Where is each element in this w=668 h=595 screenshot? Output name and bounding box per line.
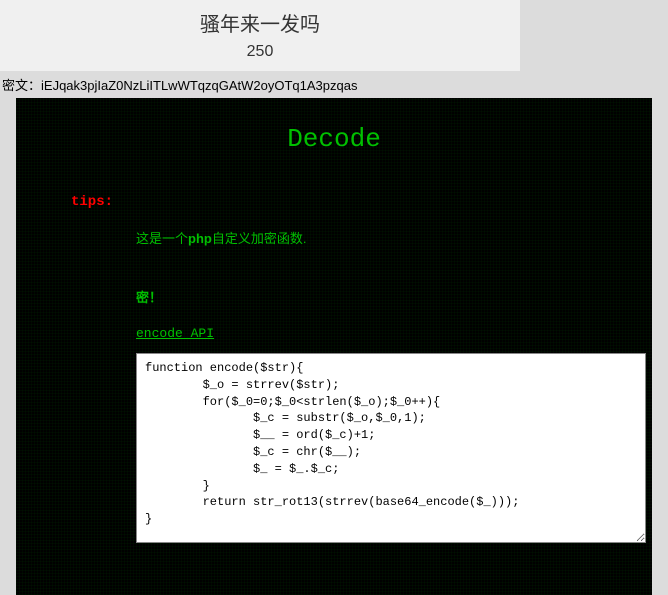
desc-bold: php: [188, 231, 212, 246]
decode-heading: Decode: [46, 124, 622, 154]
desc-prefix: 这是一个: [136, 231, 188, 246]
content-block: 这是一个php自定义加密函数. 密！ encode API: [136, 228, 622, 548]
tips-label: tips:: [71, 194, 622, 210]
mi-text: 密！: [136, 287, 622, 306]
page-number: 250: [0, 43, 520, 61]
page-title: 骚年来一发吗: [0, 8, 520, 37]
cipher-line: 密文：iEJqak3pjIaZ0NzLiITLwWTqzqGAtW2oyOTq1…: [0, 71, 668, 98]
cipher-value: iEJqak3pjIaZ0NzLiITLwWTqzqGAtW2oyOTq1A3p…: [41, 78, 357, 93]
cipher-label: 密文：: [2, 78, 41, 93]
desc-suffix: 自定义加密函数.: [212, 231, 307, 246]
dim-line: [136, 253, 622, 267]
encode-api-link[interactable]: encode API: [136, 326, 214, 341]
decode-panel: Decode tips: 这是一个php自定义加密函数. 密！ encode A…: [16, 98, 652, 595]
top-section: 骚年来一发吗 250: [0, 0, 520, 71]
code-textarea[interactable]: [136, 353, 646, 543]
description-text: 这是一个php自定义加密函数.: [136, 228, 622, 247]
